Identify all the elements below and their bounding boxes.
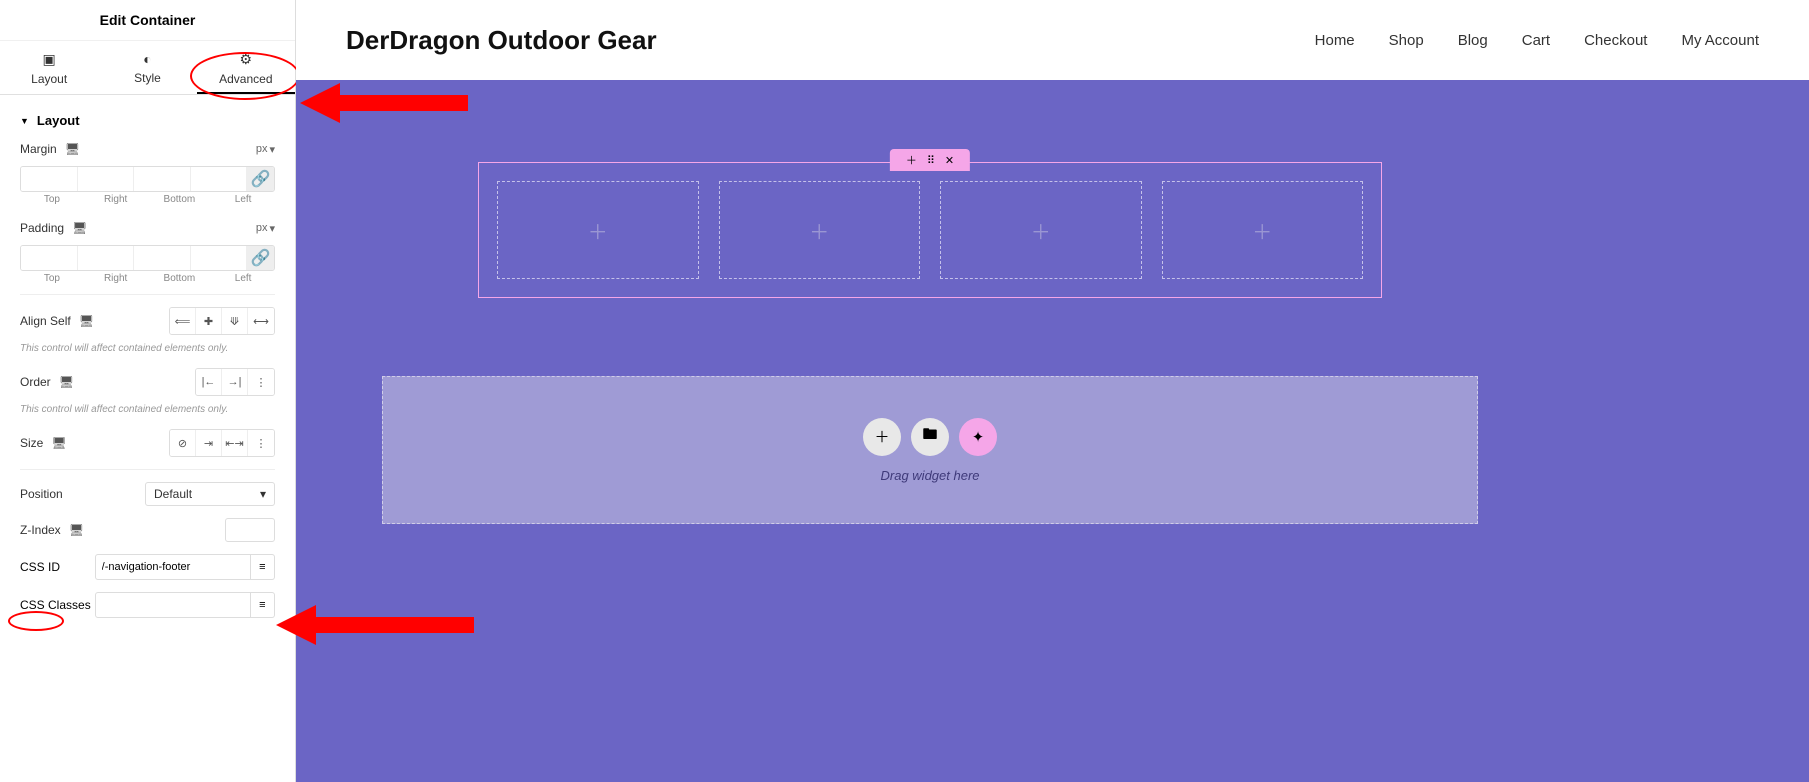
margin-left-input[interactable]: [191, 167, 248, 191]
size-more-button[interactable]: ⋮: [248, 430, 274, 456]
device-icon[interactable]: 🖥: [72, 221, 87, 235]
add-widget-button[interactable]: ＋: [863, 418, 901, 456]
align-self-label: Align Self: [20, 314, 71, 328]
editor-panel: Edit Container ▣ Layout ◐ Style ⚙ Advanc…: [0, 0, 296, 782]
zindex-input[interactable]: [225, 518, 275, 542]
nav-menu: Home Shop Blog Cart Checkout My Account: [1315, 32, 1759, 49]
cssclasses-label: CSS Classes: [20, 598, 95, 612]
site-header: DerDragon Outdoor Gear Home Shop Blog Ca…: [296, 0, 1809, 80]
align-self-buttons: ⟸ ✚ ⟱ ⟷: [169, 307, 275, 335]
position-select[interactable]: Default▾: [145, 482, 275, 506]
padding-unit[interactable]: px▾: [256, 222, 275, 235]
order-buttons: |← →| ⋮: [195, 368, 275, 396]
advanced-icon: ⚙: [197, 51, 295, 68]
site-title: DerDragon Outdoor Gear: [346, 25, 657, 56]
cssclasses-input[interactable]: [95, 592, 251, 618]
nav-shop[interactable]: Shop: [1389, 32, 1424, 49]
tab-advanced[interactable]: ⚙ Advanced: [197, 41, 295, 94]
column-3[interactable]: ＋: [940, 181, 1142, 279]
container-add-icon[interactable]: ＋: [906, 152, 917, 168]
align-note: This control will affect contained eleme…: [0, 341, 295, 362]
panel-title: Edit Container: [0, 0, 295, 41]
order-label: Order: [20, 375, 51, 389]
container-close-icon[interactable]: ✕: [945, 154, 954, 167]
margin-inputs: 🔗: [20, 166, 275, 192]
margin-link-button[interactable]: 🔗: [247, 167, 274, 191]
layout-icon: ▣: [0, 51, 98, 68]
size-grow-button[interactable]: ⇥: [196, 430, 222, 456]
device-icon[interactable]: 🖥: [69, 523, 84, 537]
order-more-button[interactable]: ⋮: [248, 369, 274, 395]
padding-label: Padding: [20, 221, 64, 235]
dropzone-text: Drag widget here: [881, 468, 980, 483]
plus-icon: ＋: [809, 216, 829, 245]
align-start-button[interactable]: ⟸: [170, 308, 196, 334]
padding-inputs: 🔗: [20, 245, 275, 271]
padding-top-input[interactable]: [21, 246, 78, 270]
plus-icon: ＋: [588, 216, 608, 245]
nav-cart[interactable]: Cart: [1522, 32, 1550, 49]
device-icon[interactable]: 🖥: [79, 314, 94, 328]
padding-right-input[interactable]: [78, 246, 135, 270]
cssclasses-dynamic-button[interactable]: ≡: [251, 592, 275, 618]
order-note: This control will affect contained eleme…: [0, 402, 295, 423]
margin-label: Margin: [20, 142, 57, 156]
section-layout[interactable]: Layout: [0, 95, 295, 136]
panel-tabs: ▣ Layout ◐ Style ⚙ Advanced: [0, 41, 295, 95]
align-stretch-button[interactable]: ⟷: [248, 308, 274, 334]
margin-bottom-input[interactable]: [134, 167, 191, 191]
position-label: Position: [20, 487, 63, 501]
column-1[interactable]: ＋: [497, 181, 699, 279]
chevron-down-icon: ▾: [269, 143, 275, 156]
chevron-down-icon: ▾: [269, 222, 275, 235]
size-buttons: ⊘ ⇥ ⇤⇥ ⋮: [169, 429, 275, 457]
chevron-down-icon: ▾: [260, 487, 266, 501]
padding-link-button[interactable]: 🔗: [247, 246, 274, 270]
plus-icon: ＋: [1031, 216, 1051, 245]
plus-icon: ＋: [1252, 216, 1272, 245]
margin-unit[interactable]: px▾: [256, 143, 275, 156]
device-icon[interactable]: 🖥: [51, 436, 66, 450]
column-2[interactable]: ＋: [719, 181, 921, 279]
tab-layout[interactable]: ▣ Layout: [0, 41, 98, 94]
nav-home[interactable]: Home: [1315, 32, 1355, 49]
cssid-input[interactable]: [95, 554, 251, 580]
selected-container[interactable]: ＋ ⠿ ✕ ＋ ＋ ＋ ＋: [478, 162, 1382, 298]
folder-button[interactable]: 🖿: [911, 418, 949, 456]
style-icon: ◐: [98, 51, 196, 67]
container-drag-icon[interactable]: ⠿: [927, 154, 935, 167]
cssid-dynamic-button[interactable]: ≡: [251, 554, 275, 580]
margin-right-input[interactable]: [78, 167, 135, 191]
canvas: DerDragon Outdoor Gear Home Shop Blog Ca…: [296, 0, 1809, 782]
column-4[interactable]: ＋: [1162, 181, 1364, 279]
hero-section: ＋ ⠿ ✕ ＋ ＋ ＋ ＋ ＋ 🖿 ✦ Drag widget here: [296, 80, 1809, 782]
size-label: Size: [20, 436, 43, 450]
widget-dropzone[interactable]: ＋ 🖿 ✦ Drag widget here: [382, 376, 1478, 524]
nav-account[interactable]: My Account: [1681, 32, 1759, 49]
padding-bottom-input[interactable]: [134, 246, 191, 270]
device-icon[interactable]: 🖥: [59, 375, 74, 389]
size-none-button[interactable]: ⊘: [170, 430, 196, 456]
size-shrink-button[interactable]: ⇤⇥: [222, 430, 248, 456]
container-handle: ＋ ⠿ ✕: [890, 149, 970, 171]
tab-style[interactable]: ◐ Style: [98, 41, 196, 94]
margin-top-input[interactable]: [21, 167, 78, 191]
nav-checkout[interactable]: Checkout: [1584, 32, 1647, 49]
order-first-button[interactable]: |←: [196, 369, 222, 395]
cssid-label: CSS ID: [20, 560, 95, 574]
padding-left-input[interactable]: [191, 246, 248, 270]
align-end-button[interactable]: ⟱: [222, 308, 248, 334]
order-last-button[interactable]: →|: [222, 369, 248, 395]
nav-blog[interactable]: Blog: [1458, 32, 1488, 49]
align-center-button[interactable]: ✚: [196, 308, 222, 334]
zindex-label: Z-Index: [20, 523, 61, 537]
ai-button[interactable]: ✦: [959, 418, 997, 456]
device-icon[interactable]: 🖥: [65, 142, 80, 156]
